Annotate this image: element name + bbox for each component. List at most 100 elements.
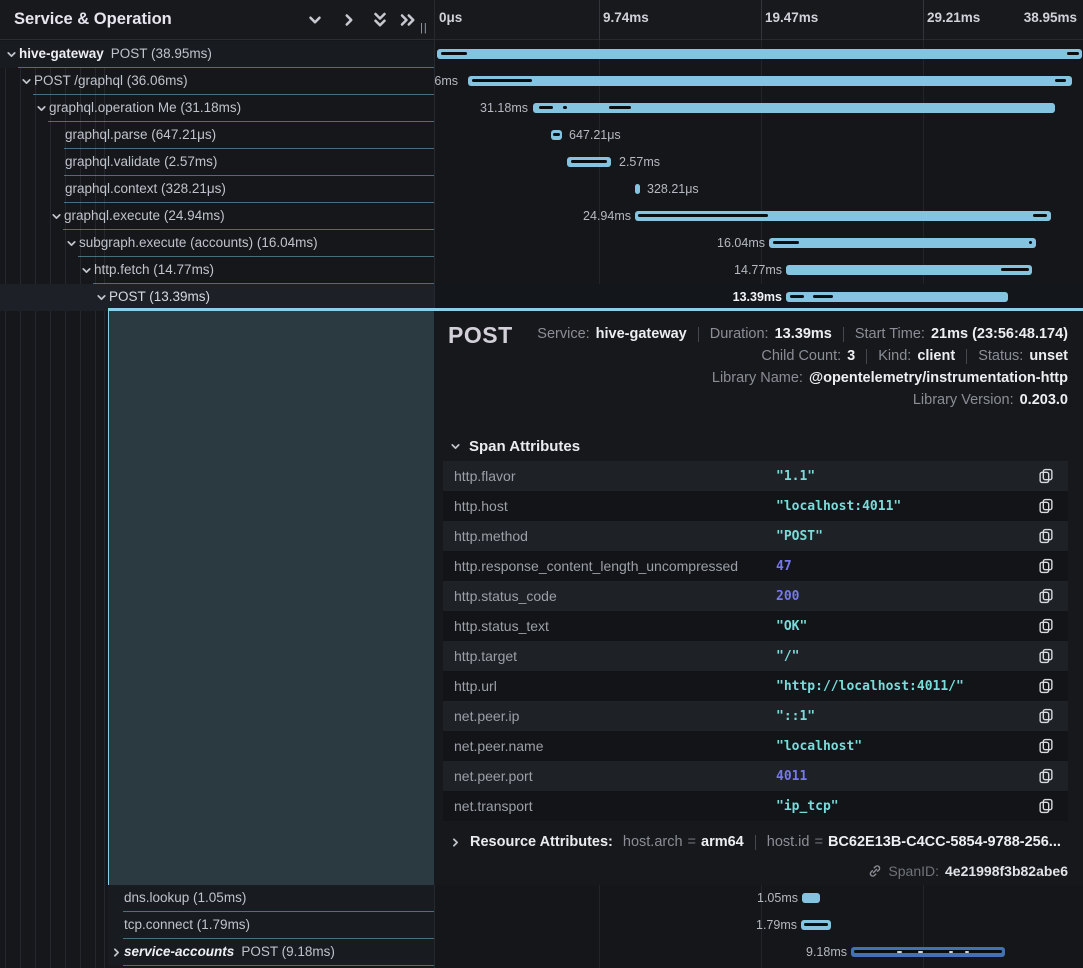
attribute-key: net.transport	[454, 798, 533, 814]
span-bar-graphql-operation[interactable]	[533, 103, 1055, 113]
span-label: POST /graphql (36.06ms)	[34, 73, 188, 88]
timeline-row: 36.06ms	[435, 68, 1083, 95]
resource-key: host.arch	[623, 834, 683, 850]
tree-row-graphql-context[interactable]: graphql.context (328.21μs)	[0, 176, 434, 203]
attribute-row: http.method "POST"	[443, 521, 1068, 551]
duration-label: 13.39ms	[725, 290, 782, 304]
attribute-key: net.peer.name	[454, 738, 544, 754]
tree-row-graphql-parse[interactable]: graphql.parse (647.21μs)	[0, 122, 434, 149]
attribute-key: http.method	[454, 528, 528, 544]
attribute-value: "::1"	[776, 709, 815, 724]
span-label: graphql.validate (2.57ms)	[65, 154, 217, 169]
chevron-down-icon[interactable]	[65, 237, 78, 250]
span-id-label: SpanID:	[888, 863, 939, 879]
tree-row-post-selected[interactable]: POST (13.39ms)	[0, 284, 434, 311]
span-label: tcp.connect (1.79ms)	[124, 917, 250, 932]
column-resize-grip[interactable]: ||	[420, 22, 430, 36]
expand-one-icon[interactable]	[340, 11, 358, 29]
expand-all-icon[interactable]	[399, 11, 417, 29]
chevron-down-icon[interactable]	[5, 48, 18, 61]
attribute-value: "/"	[776, 649, 799, 664]
tree-row-hive-gateway-post[interactable]: hive-gatewayPOST (38.95ms)	[0, 41, 434, 68]
timeline-row: 9.18ms	[435, 939, 1083, 966]
span-bar-graphql-parse[interactable]	[551, 130, 562, 140]
trace-viewer: hive-gatewayPOST (38.95ms) POST /graphql…	[0, 0, 1083, 968]
span-bar-hive-gateway[interactable]	[437, 49, 1082, 59]
tree-row-post-graphql[interactable]: POST /graphql (36.06ms)	[0, 68, 434, 95]
resource-attributes-toggle[interactable]: Resource Attributes: host.arch = arm64 h…	[449, 834, 1061, 850]
copy-icon[interactable]	[1038, 558, 1054, 574]
chevron-down-icon[interactable]	[80, 264, 93, 277]
span-attributes-section-toggle[interactable]: Span Attributes	[449, 438, 580, 455]
attribute-value: 200	[776, 589, 799, 604]
span-bar-graphql-execute[interactable]	[635, 211, 1051, 221]
copy-icon[interactable]	[1038, 498, 1054, 514]
tree-pane-header: Service & Operation	[0, 0, 434, 40]
span-bar-post-graphql[interactable]	[468, 76, 1072, 86]
collapse-one-icon[interactable]	[306, 11, 324, 29]
span-meta-line-1: Service:hive-gateway Duration:13.39ms St…	[537, 326, 1068, 342]
span-bar-subgraph-execute[interactable]	[769, 238, 1036, 248]
timeline-row: 1.05ms	[435, 885, 1083, 912]
timeline-row: 1.79ms	[435, 912, 1083, 939]
span-bar-service-accounts[interactable]	[851, 947, 1005, 957]
span-bar-graphql-validate[interactable]	[567, 157, 611, 167]
span-bar-http-fetch[interactable]	[786, 265, 1032, 275]
copy-icon[interactable]	[1038, 708, 1054, 724]
attribute-key: http.status_code	[454, 588, 557, 604]
span-tree-pane: hive-gatewayPOST (38.95ms) POST /graphql…	[0, 0, 434, 968]
copy-icon[interactable]	[1038, 528, 1054, 544]
copy-icon[interactable]	[1038, 618, 1054, 634]
span-bar-tcp-connect[interactable]	[801, 920, 831, 930]
row-underline	[123, 965, 434, 966]
attribute-value: "http://localhost:4011/"	[776, 679, 964, 694]
deep-link-icon[interactable]	[868, 864, 882, 878]
timeline-row-selected: 13.39ms	[435, 284, 1083, 311]
tree-row-http-fetch[interactable]: http.fetch (14.77ms)	[0, 257, 434, 284]
chevron-down-icon[interactable]	[50, 210, 63, 223]
span-bar-post-selected[interactable]	[786, 292, 1008, 302]
span-label: dns.lookup (1.05ms)	[124, 890, 246, 905]
tree-row-service-accounts-post[interactable]: service-accountsPOST (9.18ms)	[0, 939, 434, 966]
chevron-down-icon[interactable]	[35, 102, 48, 115]
attribute-value: "OK"	[776, 619, 807, 634]
copy-icon[interactable]	[1038, 678, 1054, 694]
attribute-row: http.flavor "1.1"	[443, 461, 1068, 491]
chevron-down-icon[interactable]	[95, 291, 108, 304]
tree-row-dns-lookup[interactable]: dns.lookup (1.05ms)	[0, 885, 434, 912]
chevron-right-icon	[449, 836, 462, 849]
span-title: POST	[448, 322, 513, 349]
copy-icon[interactable]	[1038, 648, 1054, 664]
attribute-row: net.transport "ip_tcp"	[443, 791, 1068, 821]
span-meta-line-2: Child Count:3 Kind:client Status:unset	[761, 348, 1068, 364]
attribute-row: http.url "http://localhost:4011/"	[443, 671, 1068, 701]
copy-icon[interactable]	[1038, 798, 1054, 814]
tree-row-graphql-validate[interactable]: graphql.validate (2.57ms)	[0, 149, 434, 176]
resource-key: host.id	[767, 834, 810, 850]
pane-title: Service & Operation	[14, 10, 172, 29]
tree-row-graphql-operation[interactable]: graphql.operation Me (31.18ms)	[0, 95, 434, 122]
tree-row-graphql-execute[interactable]: graphql.execute (24.94ms)	[0, 203, 434, 230]
chevron-right-icon[interactable]	[110, 946, 123, 959]
axis-separator	[599, 0, 600, 40]
copy-icon[interactable]	[1038, 738, 1054, 754]
attribute-row: http.status_code 200	[443, 581, 1068, 611]
copy-icon[interactable]	[1038, 468, 1054, 484]
span-bar-graphql-context[interactable]	[635, 184, 640, 194]
attribute-row: net.peer.name "localhost"	[443, 731, 1068, 761]
span-label: graphql.context (328.21μs)	[65, 181, 226, 196]
copy-icon[interactable]	[1038, 768, 1054, 784]
span-label: graphql.execute (24.94ms)	[64, 208, 225, 223]
span-label: subgraph.execute (accounts) (16.04ms)	[79, 235, 318, 250]
chevron-down-icon[interactable]	[20, 75, 33, 88]
collapse-all-icon[interactable]	[371, 11, 389, 29]
section-title: Resource Attributes:	[470, 834, 613, 850]
span-label: hive-gatewayPOST (38.95ms)	[19, 46, 212, 61]
attribute-row: net.peer.port 4011	[443, 761, 1068, 791]
tree-row-tcp-connect[interactable]: tcp.connect (1.79ms)	[0, 912, 434, 939]
span-bar-dns-lookup[interactable]	[802, 893, 820, 903]
copy-icon[interactable]	[1038, 588, 1054, 604]
attribute-key: http.status_text	[454, 618, 549, 634]
tree-row-subgraph-execute[interactable]: subgraph.execute (accounts) (16.04ms)	[0, 230, 434, 257]
axis-tick: 29.21ms	[927, 10, 980, 25]
